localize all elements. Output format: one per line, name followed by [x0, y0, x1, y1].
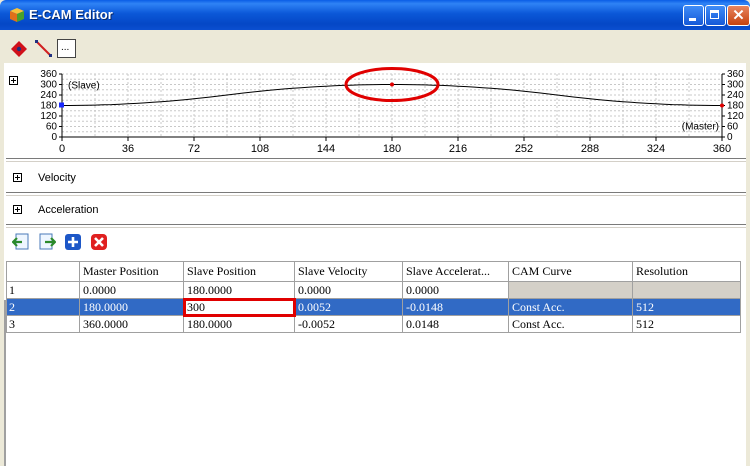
velocity-section[interactable]: Velocity	[4, 169, 746, 188]
row-number[interactable]: 1	[6, 281, 80, 299]
x-tick-label: 144	[317, 143, 335, 155]
point-tool-icon[interactable]	[9, 39, 29, 59]
slave-acceleration-cell[interactable]: 0.0000	[402, 281, 509, 299]
export-row-icon[interactable]	[38, 233, 56, 251]
cam-curve-cell	[508, 281, 633, 299]
resolution-cell[interactable]: 512	[632, 315, 741, 333]
y-tick-label-right: 180	[727, 101, 744, 112]
expand-acceleration-icon[interactable]	[13, 205, 22, 214]
selected-point-marker	[390, 82, 394, 87]
x-tick-label: 216	[449, 143, 467, 155]
x-tick-label: 252	[515, 143, 533, 155]
position-chart: 360 360300 300240 240180 180120 12060 600 00 36 7…	[40, 67, 744, 155]
import-row-icon[interactable]	[12, 233, 30, 251]
table-header-row: Master Position Slave Position Slave Vel…	[6, 261, 741, 282]
column-header[interactable]: Resolution	[632, 261, 741, 282]
x-tick-label: 72	[188, 143, 200, 155]
start-point-marker	[59, 102, 64, 108]
master-position-cell[interactable]: 180.0000	[79, 298, 184, 316]
y-tick-label-right: 360	[727, 69, 744, 80]
table-row[interactable]: 1 0.0000 180.0000 0.0000 0.0000	[6, 281, 741, 299]
x-tick-label: 324	[647, 143, 665, 155]
column-header[interactable]: Slave Position	[183, 261, 295, 282]
y-tick-label-right: 0	[727, 132, 733, 143]
resolution-cell[interactable]: 512	[632, 298, 741, 316]
slave-velocity-cell[interactable]: 0.0000	[294, 281, 403, 299]
velocity-label: Velocity	[38, 172, 76, 184]
slave-position-cell[interactable]: 180.0000	[183, 315, 295, 333]
y-tick-label-left: 240	[40, 90, 57, 101]
resolution-cell	[632, 281, 741, 299]
y-tick-label-left: 0	[51, 132, 57, 143]
close-icon	[733, 9, 744, 20]
x-tick-label: 0	[59, 143, 65, 155]
ecam-editor-window: E-CAM Editor ... 360 360 300 300 240 240…	[0, 0, 750, 466]
x-tick-label: 288	[581, 143, 599, 155]
slave-acceleration-cell[interactable]: 0.0148	[402, 315, 509, 333]
delete-row-icon[interactable]	[90, 233, 108, 251]
x-tick-label: 360	[713, 143, 731, 155]
title-bar[interactable]: E-CAM Editor	[0, 0, 750, 30]
slave-velocity-cell[interactable]: 0.0052	[294, 298, 403, 316]
row-header-corner	[6, 261, 80, 282]
y-tick-label-right: 240	[727, 90, 744, 101]
slave-position-cell[interactable]: 180.0000	[183, 281, 295, 299]
cam-curve-cell[interactable]: Const Acc.	[508, 315, 633, 333]
y-tick-label-right: 60	[727, 122, 739, 133]
line-tool-icon[interactable]	[34, 39, 54, 59]
y-tick-label-left: 300	[40, 80, 57, 91]
row-number[interactable]: 2	[6, 298, 80, 316]
add-row-icon[interactable]	[64, 233, 82, 251]
slave-axis-label: (Slave)	[68, 81, 100, 92]
x-tick-label: 36	[122, 143, 134, 155]
y-tick-label-right: 120	[727, 111, 744, 122]
column-header[interactable]: Master Position	[79, 261, 184, 282]
master-position-cell[interactable]: 0.0000	[79, 281, 184, 299]
table-row[interactable]: 3 360.0000 180.0000 -0.0052 0.0148 Const…	[6, 315, 741, 333]
separator	[6, 224, 746, 228]
y-tick-label-left: 180	[40, 101, 57, 112]
y-tick-label-left: 60	[46, 122, 58, 133]
column-header[interactable]: Slave Velocity	[294, 261, 403, 282]
row-number[interactable]: 3	[6, 315, 80, 333]
slave-position-edit-cell[interactable]: 300	[182, 297, 296, 317]
minimize-button[interactable]	[683, 5, 704, 26]
master-position-cell[interactable]: 360.0000	[79, 315, 184, 333]
close-button[interactable]	[727, 5, 750, 26]
position-chart-panel: 360 360 300 300 240 240 180 180 120 120 60 60 0 0 0 36 7…	[4, 63, 746, 156]
toolbar: ...	[4, 30, 746, 63]
expand-velocity-icon[interactable]	[13, 173, 22, 182]
maximize-button[interactable]	[705, 5, 726, 26]
separator	[6, 158, 746, 162]
y-tick-label-right: 300	[727, 80, 744, 91]
cam-table: Master Position Slave Position Slave Vel…	[6, 261, 741, 333]
window-title: E-CAM Editor	[29, 7, 113, 22]
table-row[interactable]: 2 180.0000 300 0.0052 -0.0148 Const Acc.…	[6, 297, 741, 317]
y-tick-label-left: 360	[40, 69, 57, 80]
column-header[interactable]: CAM Curve	[508, 261, 633, 282]
acceleration-section[interactable]: Acceleration	[4, 201, 746, 220]
slave-acceleration-cell[interactable]: -0.0148	[402, 298, 509, 316]
more-options-button[interactable]: ...	[57, 39, 76, 58]
x-tick-label: 180	[383, 143, 401, 155]
separator	[6, 192, 746, 196]
column-header[interactable]: Slave Accelerat...	[402, 261, 509, 282]
cam-curve-cell[interactable]: Const Acc.	[508, 298, 633, 316]
grid-left-border	[4, 300, 6, 466]
y-tick-label-left: 120	[40, 111, 57, 122]
more-options-label: ...	[61, 42, 70, 53]
end-point-marker	[720, 103, 724, 108]
row-toolbar	[4, 230, 746, 258]
slave-velocity-cell[interactable]: -0.0052	[294, 315, 403, 333]
acceleration-label: Acceleration	[38, 204, 99, 216]
master-axis-label: (Master)	[682, 122, 719, 133]
x-tick-label: 108	[251, 143, 269, 155]
app-cube-icon	[10, 8, 24, 22]
